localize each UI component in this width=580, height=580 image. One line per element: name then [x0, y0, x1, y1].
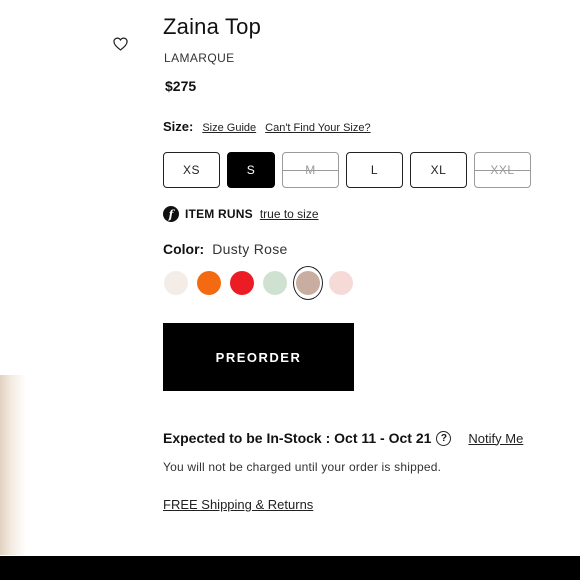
footer-bar: [0, 556, 580, 580]
color-swatch-blush[interactable]: [328, 267, 354, 299]
size-options: XS S M L XL XXL: [163, 152, 531, 188]
swatch-dot: [230, 271, 254, 295]
color-swatch-sage[interactable]: [262, 267, 288, 299]
charge-note: You will not be charged until your order…: [163, 460, 442, 474]
fit-value-link[interactable]: true to size: [260, 207, 319, 221]
color-header: Color: Dusty Rose: [163, 241, 288, 257]
heart-icon: [112, 36, 128, 56]
size-option-l[interactable]: L: [346, 152, 403, 188]
preorder-button[interactable]: PREORDER: [163, 323, 354, 391]
product-brand: LAMARQUE: [164, 51, 235, 65]
wishlist-button[interactable]: [110, 36, 130, 56]
color-label: Color:: [163, 241, 205, 257]
swatch-dot: [329, 271, 353, 295]
swatch-dot: [263, 271, 287, 295]
color-swatch-dusty-rose[interactable]: [293, 266, 323, 300]
product-photo-edge: [0, 375, 26, 555]
size-label: Size:: [163, 119, 194, 134]
size-option-xl[interactable]: XL: [410, 152, 467, 188]
free-shipping-link[interactable]: FREE Shipping & Returns: [163, 497, 313, 512]
fit-info-icon: f: [163, 206, 179, 222]
fit-label: ITEM RUNS: [185, 207, 253, 221]
size-option-m[interactable]: M: [282, 152, 339, 188]
color-swatch-red[interactable]: [229, 267, 255, 299]
selected-color: Dusty Rose: [212, 241, 288, 257]
size-option-xs[interactable]: XS: [163, 152, 220, 188]
size-option-s[interactable]: S: [227, 152, 275, 188]
color-swatch-orange[interactable]: [196, 267, 222, 299]
notify-me-link[interactable]: Notify Me: [468, 431, 523, 446]
swatch-dot: [296, 271, 320, 295]
size-header: Size: Size Guide Can't Find Your Size?: [163, 119, 371, 134]
color-swatches: [163, 266, 354, 300]
color-swatch-cream[interactable]: [163, 267, 189, 299]
stock-info: Expected to be In-Stock : Oct 11 - Oct 2…: [163, 430, 523, 446]
question-circle-icon[interactable]: ?: [436, 430, 452, 446]
cant-find-size-link[interactable]: Can't Find Your Size?: [265, 122, 370, 134]
product-title: Zaina Top: [163, 14, 262, 39]
size-option-xxl[interactable]: XXL: [474, 152, 531, 188]
size-guide-link[interactable]: Size Guide: [202, 122, 256, 134]
product-price: $275: [165, 78, 197, 94]
swatch-dot: [197, 271, 221, 295]
stock-expected-text: Expected to be In-Stock : Oct 11 - Oct 2…: [163, 430, 432, 446]
fit-info: f ITEM RUNS true to size: [163, 206, 319, 222]
swatch-dot: [164, 271, 188, 295]
